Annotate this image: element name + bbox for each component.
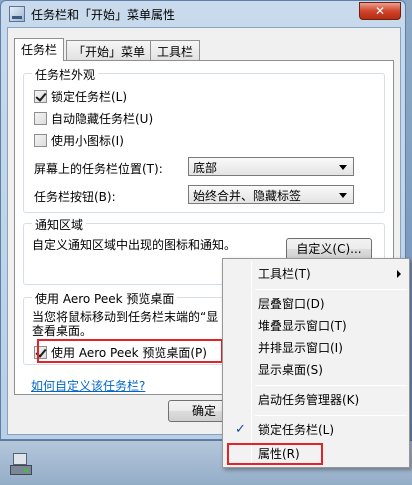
menu-separator xyxy=(255,385,407,386)
menu-item-show-desktop[interactable]: 显示桌面(S) xyxy=(225,359,407,381)
menu-item-side-by-side[interactable]: 并排显示窗口(I) xyxy=(225,337,407,359)
group-legend-appearance: 任务栏外观 xyxy=(32,66,99,83)
aero-peek-description-line1: 当您将鼠标移动到任务栏末端的“显 xyxy=(32,310,219,324)
checkbox-label: 自动隐藏任务栏(U) xyxy=(51,111,154,126)
chevron-right-icon xyxy=(397,270,401,278)
customize-button[interactable]: 自定义(C)... xyxy=(286,238,372,260)
menu-item-toolbars[interactable]: 工具栏(T) xyxy=(225,263,407,285)
tab-start-menu[interactable]: 「开始」菜单 xyxy=(66,40,153,60)
aero-peek-highlight xyxy=(37,339,223,363)
notification-description: 自定义通知区域中出现的图标和通知。 xyxy=(32,238,237,252)
select-value: 始终合并、隐藏标签 xyxy=(193,189,302,203)
group-legend-notification: 通知区域 xyxy=(32,216,87,233)
checkbox-box[interactable] xyxy=(34,111,47,125)
menu-item-lock-taskbar[interactable]: ✓ 锁定任务栏(L) xyxy=(225,419,407,441)
menu-item-label: 启动任务管理器(K) xyxy=(258,393,360,407)
tab-toolbars[interactable]: 工具栏 xyxy=(150,40,201,60)
group-legend-aero-peek: 使用 Aero Peek 预览桌面 xyxy=(32,290,178,307)
checkbox-label: 使用小图标(I) xyxy=(51,133,124,148)
menu-item-stack-windows[interactable]: 堆叠显示窗口(T) xyxy=(225,315,407,337)
checkbox-small-icons[interactable]: 使用小图标(I) xyxy=(34,132,124,148)
taskbar-app-icon xyxy=(9,6,25,22)
aero-peek-description-line2: 查看桌面。 xyxy=(32,324,93,338)
menu-item-cascade-windows[interactable]: 层叠窗口(D) xyxy=(225,293,407,315)
group-taskbar-appearance: 任务栏外观 锁定任务栏(L) 自动隐藏任务栏(U) 使用小图标(I) 屏幕上的任… xyxy=(23,66,385,213)
title-bar[interactable]: 任务栏和「开始」菜单属性 ✕ xyxy=(1,1,405,27)
checkmark-icon: ✓ xyxy=(235,422,246,437)
menu-separator xyxy=(255,289,407,290)
checkbox-label: 锁定任务栏(L) xyxy=(51,89,128,104)
menu-item-label: 堆叠显示窗口(T) xyxy=(258,319,347,333)
checkbox-box[interactable] xyxy=(34,133,47,147)
help-link-customize-taskbar[interactable]: 如何自定义该任务栏? xyxy=(31,377,145,394)
taskbar-buttons-select[interactable]: 始终合并、隐藏标签 xyxy=(188,185,354,204)
menu-item-task-manager[interactable]: 启动任务管理器(K) xyxy=(225,389,407,411)
checkbox-lock-taskbar[interactable]: 锁定任务栏(L) xyxy=(34,88,127,104)
taskbar-position-label: 屏幕上的任务栏位置(T): xyxy=(34,162,163,176)
computer-drive-icon[interactable] xyxy=(8,451,34,477)
checkbox-auto-hide[interactable]: 自动隐藏任务栏(U) xyxy=(34,110,153,126)
close-button[interactable]: ✕ xyxy=(359,2,401,20)
properties-highlight xyxy=(227,443,323,465)
menu-item-label: 层叠窗口(D) xyxy=(258,297,325,311)
menu-item-label: 并排显示窗口(I) xyxy=(258,341,343,355)
select-value: 底部 xyxy=(193,161,218,175)
menu-item-label: 锁定任务栏(L) xyxy=(258,423,335,437)
close-icon: ✕ xyxy=(374,4,386,18)
menu-separator xyxy=(255,415,407,416)
menu-item-label: 显示桌面(S) xyxy=(258,363,323,377)
taskbar-buttons-label: 任务栏按钮(B): xyxy=(34,190,116,204)
checkbox-box[interactable] xyxy=(34,89,47,103)
chevron-down-icon xyxy=(339,193,347,198)
window-title: 任务栏和「开始」菜单属性 xyxy=(31,8,176,22)
taskbar-context-menu: 工具栏(T) 层叠窗口(D) 堆叠显示窗口(T) 并排显示窗口(I) 显示桌面(… xyxy=(222,258,410,468)
chevron-down-icon xyxy=(339,165,347,170)
menu-item-label: 工具栏(T) xyxy=(258,267,311,281)
taskbar-position-select[interactable]: 底部 xyxy=(188,157,354,176)
tab-taskbar[interactable]: 任务栏 xyxy=(14,38,65,61)
